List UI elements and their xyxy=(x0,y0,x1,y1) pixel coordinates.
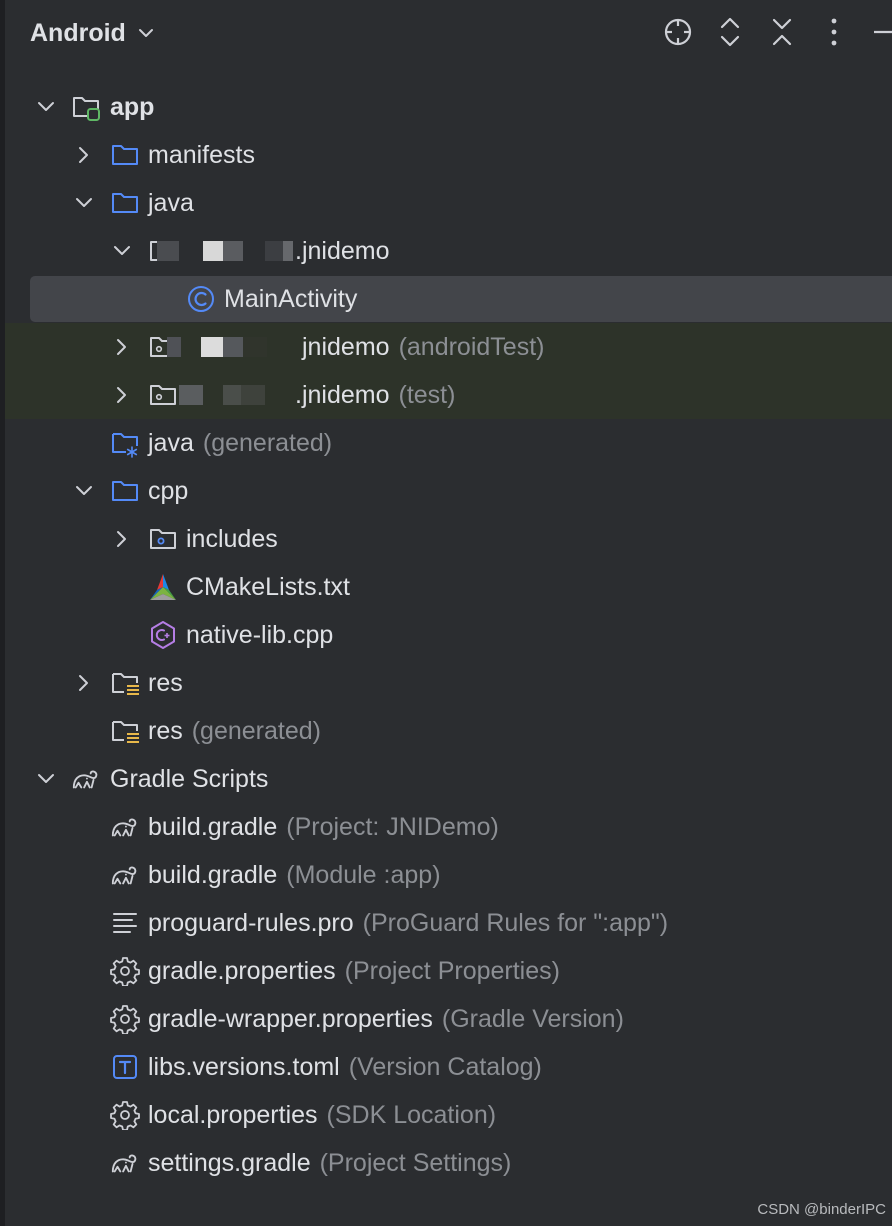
locate-icon xyxy=(664,18,692,46)
chevron-right-icon[interactable] xyxy=(72,143,96,167)
cpp-file-icon xyxy=(148,620,178,650)
tree-node-app[interactable]: app xyxy=(5,83,892,131)
minimize-icon xyxy=(874,30,892,34)
tree-node-gradle-properties[interactable]: gradle.properties (Project Properties) xyxy=(5,947,892,995)
tree-label: gradle.properties (Project Properties) xyxy=(148,957,560,985)
gradle-icon xyxy=(71,764,101,794)
watermark: CSDN @binderIPC xyxy=(757,1201,886,1218)
tree-label: java xyxy=(148,189,194,217)
tree-label: local.properties (SDK Location) xyxy=(148,1101,497,1129)
tree-node-java[interactable]: java xyxy=(5,179,892,227)
tree-node-res[interactable]: res xyxy=(5,659,892,707)
view-title: Android xyxy=(30,18,126,47)
tree-label: proguard-rules.pro (ProGuard Rules for ":… xyxy=(148,909,669,937)
tree-node-main-activity[interactable]: MainActivity xyxy=(5,275,892,323)
tree-label: MainActivity xyxy=(224,285,358,313)
module-folder-icon xyxy=(71,92,101,122)
options-menu-button[interactable] xyxy=(816,14,852,50)
tree-label: app xyxy=(110,93,155,121)
chevron-right-icon[interactable] xyxy=(110,335,134,359)
text-file-icon xyxy=(110,908,140,938)
toml-file-icon xyxy=(110,1052,140,1082)
tree-node-local-properties[interactable]: local.properties (SDK Location) xyxy=(5,1091,892,1139)
more-icon xyxy=(831,18,837,46)
tree-node-java-generated[interactable]: java (generated) xyxy=(5,419,892,467)
tree-label: java (generated) xyxy=(148,429,333,457)
locate-button[interactable] xyxy=(660,14,696,50)
chevron-down-icon xyxy=(138,29,153,37)
hide-panel-button[interactable] xyxy=(868,14,892,50)
generated-folder-icon xyxy=(110,428,140,458)
tree-node-main-package[interactable]: .jnidemo xyxy=(5,227,892,275)
resources-folder-icon xyxy=(110,668,140,698)
project-tree: app manifests java .jnidemo MainActivity… xyxy=(5,83,892,1187)
tree-label: CMakeLists.txt xyxy=(186,573,350,601)
chevron-down-icon[interactable] xyxy=(34,767,58,791)
tree-node-settings-gradle[interactable]: settings.gradle (Project Settings) xyxy=(5,1139,892,1187)
tree-node-cpp[interactable]: cpp xyxy=(5,467,892,515)
collapse-all-icon xyxy=(772,18,792,46)
tree-label: libs.versions.toml (Version Catalog) xyxy=(148,1053,542,1081)
gradle-icon xyxy=(110,812,140,842)
tree-label: .jnidemo xyxy=(153,227,390,275)
tree-node-gradle-wrapper-properties[interactable]: gradle-wrapper.properties (Gradle Version… xyxy=(5,995,892,1043)
resources-folder-icon xyxy=(110,716,140,746)
tree-label: settings.gradle (Project Settings) xyxy=(148,1149,512,1177)
redacted-package-name xyxy=(153,335,302,359)
tree-label: gradle-wrapper.properties (Gradle Version… xyxy=(148,1005,624,1033)
tree-node-libs-versions[interactable]: libs.versions.toml (Version Catalog) xyxy=(5,1043,892,1091)
gear-icon xyxy=(110,956,140,986)
tree-label: native-lib.cpp xyxy=(186,621,334,649)
tree-label: manifests xyxy=(148,141,255,169)
view-mode-dropdown[interactable]: Android xyxy=(30,14,156,52)
tree-node-cmakelists[interactable]: CMakeLists.txt xyxy=(5,563,892,611)
folder-icon xyxy=(110,140,140,170)
tree-label: build.gradle (Module :app) xyxy=(148,861,441,889)
expand-all-icon xyxy=(720,17,740,47)
tree-node-build-gradle-module[interactable]: build.gradle (Module :app) xyxy=(5,851,892,899)
chevron-down-icon[interactable] xyxy=(110,239,134,263)
library-folder-icon xyxy=(148,524,178,554)
folder-icon xyxy=(110,188,140,218)
class-icon xyxy=(186,284,216,314)
gear-icon xyxy=(110,1100,140,1130)
gear-icon xyxy=(110,1004,140,1034)
tree-label: build.gradle (Project: JNIDemo) xyxy=(148,813,499,841)
tree-label: .jnidemo (test) xyxy=(153,371,455,419)
gradle-icon xyxy=(110,1148,140,1178)
tree-node-build-gradle-project[interactable]: build.gradle (Project: JNIDemo) xyxy=(5,803,892,851)
cmake-icon xyxy=(148,572,178,602)
tree-label: res xyxy=(148,669,183,697)
expand-all-button[interactable] xyxy=(712,14,748,50)
tree-label: jnidemo (androidTest) xyxy=(153,323,544,371)
tree-node-proguard[interactable]: proguard-rules.pro (ProGuard Rules for ":… xyxy=(5,899,892,947)
tree-node-native-lib[interactable]: native-lib.cpp xyxy=(5,611,892,659)
folder-icon xyxy=(110,476,140,506)
chevron-right-icon[interactable] xyxy=(72,671,96,695)
tree-label: includes xyxy=(186,525,278,553)
gradle-icon xyxy=(110,860,140,890)
chevron-right-icon[interactable] xyxy=(110,383,134,407)
tree-label: res (generated) xyxy=(148,717,321,745)
chevron-down-icon[interactable] xyxy=(72,479,96,503)
project-view-header: Android xyxy=(0,0,892,66)
redacted-package-name xyxy=(153,239,295,263)
chevron-right-icon[interactable] xyxy=(110,527,134,551)
tree-node-test-package[interactable]: .jnidemo (test) xyxy=(5,371,892,419)
redacted-package-name xyxy=(153,383,295,407)
tree-node-gradle-scripts[interactable]: Gradle Scripts xyxy=(5,755,892,803)
chevron-down-icon[interactable] xyxy=(72,191,96,215)
tree-node-res-generated[interactable]: res (generated) xyxy=(5,707,892,755)
tree-label: cpp xyxy=(148,477,189,505)
tree-label: Gradle Scripts xyxy=(110,765,269,793)
tree-node-manifests[interactable]: manifests xyxy=(5,131,892,179)
collapse-all-button[interactable] xyxy=(764,14,800,50)
tree-node-android-test-package[interactable]: jnidemo (androidTest) xyxy=(5,323,892,371)
tree-node-includes[interactable]: includes xyxy=(5,515,892,563)
chevron-down-icon[interactable] xyxy=(34,95,58,119)
